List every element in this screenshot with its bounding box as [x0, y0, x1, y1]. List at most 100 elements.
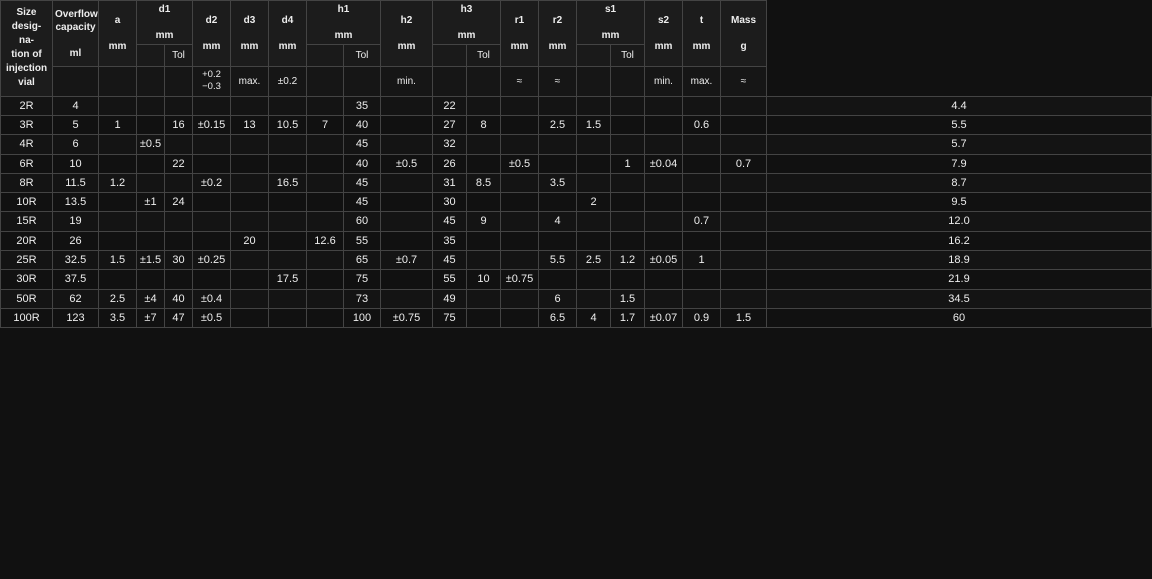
tol-h2: min.	[381, 67, 433, 97]
size: 2R	[1, 96, 53, 115]
d1-val: 22	[165, 154, 193, 173]
mass: 7.9	[767, 154, 1152, 173]
col-mass-header: Massg	[721, 1, 767, 67]
a-val: 1	[99, 115, 137, 134]
a-tol	[137, 96, 165, 115]
s1-tol	[645, 115, 683, 134]
h1-val: 75	[344, 270, 381, 289]
col-size-header: Sizedesig-na-tion ofinjectionvial	[1, 1, 53, 97]
d2	[231, 135, 269, 154]
s1-val	[611, 231, 645, 250]
h3-val	[467, 289, 501, 308]
r2	[577, 231, 611, 250]
r1: 6	[539, 289, 577, 308]
a-tol	[137, 173, 165, 192]
d2	[231, 212, 269, 231]
tol-mass: ≈	[721, 67, 767, 97]
col-h2-header: h2mm	[381, 1, 433, 67]
size: 6R	[1, 154, 53, 173]
overflow: 11.5	[53, 173, 99, 192]
h1-tol	[381, 289, 433, 308]
a-tol	[137, 270, 165, 289]
d3: 17.5	[269, 270, 307, 289]
tol-d3: max.	[231, 67, 269, 97]
h1-tol: ±0.7	[381, 251, 433, 270]
col-s1-header: s1mm	[577, 1, 645, 45]
t: 1.5	[721, 308, 767, 327]
t	[721, 212, 767, 231]
h3-tol	[501, 135, 539, 154]
h3-tol	[501, 251, 539, 270]
s1-val	[611, 115, 645, 134]
h1-val: 45	[344, 173, 381, 192]
a-tol: ±1.5	[137, 251, 165, 270]
a-tol: ±0.5	[137, 135, 165, 154]
tol-t: max.	[683, 67, 721, 97]
d2	[231, 193, 269, 212]
tol-overflow	[53, 67, 99, 97]
d1-tol: ±0.25	[193, 251, 231, 270]
a-tol	[137, 154, 165, 173]
s1-val	[611, 135, 645, 154]
h3-tol	[501, 115, 539, 134]
h1-tol	[381, 115, 433, 134]
size: 30R	[1, 270, 53, 289]
s2	[683, 231, 721, 250]
h3-tol	[501, 289, 539, 308]
overflow: 26	[53, 231, 99, 250]
d2	[231, 270, 269, 289]
d3	[269, 193, 307, 212]
h2: 22	[433, 96, 467, 115]
h1-val: 40	[344, 115, 381, 134]
d1-tol	[193, 135, 231, 154]
a-val	[99, 270, 137, 289]
d1-tol	[193, 96, 231, 115]
s1-val	[611, 212, 645, 231]
size: 10R	[1, 193, 53, 212]
d1-val: 16	[165, 115, 193, 134]
d1-val	[165, 96, 193, 115]
col-d1-header: d1mm	[137, 1, 193, 45]
overflow: 4	[53, 96, 99, 115]
tol-h1-tol	[344, 67, 381, 97]
h2: 55	[433, 270, 467, 289]
h1-tol: ±0.75	[381, 308, 433, 327]
t	[721, 251, 767, 270]
col-s1-tol-header: Tol	[611, 45, 645, 67]
s1-val	[611, 270, 645, 289]
s1-tol	[645, 173, 683, 192]
d3	[269, 135, 307, 154]
h1-val: 45	[344, 135, 381, 154]
h3-val: 10	[467, 270, 501, 289]
h1-tol	[381, 270, 433, 289]
col-r2-header: r2mm	[539, 1, 577, 67]
a-val	[99, 154, 137, 173]
d1-tol	[193, 154, 231, 173]
s1-tol	[645, 96, 683, 115]
s2	[683, 270, 721, 289]
d2: 13	[231, 115, 269, 134]
h2: 45	[433, 212, 467, 231]
h1-val: 100	[344, 308, 381, 327]
tol-r1: ≈	[501, 67, 539, 97]
col-d2-header: d2mm	[193, 1, 231, 67]
size: 20R	[1, 231, 53, 250]
d3	[269, 96, 307, 115]
col-r1-header: r1mm	[501, 1, 539, 67]
r1	[539, 135, 577, 154]
h3-val	[467, 251, 501, 270]
h2: 75	[433, 308, 467, 327]
size: 8R	[1, 173, 53, 192]
d1-val	[165, 231, 193, 250]
d4	[307, 308, 344, 327]
a-val: 1.5	[99, 251, 137, 270]
d2	[231, 289, 269, 308]
table-row: 2R435224.4	[1, 96, 1152, 115]
h3-tol: ±0.75	[501, 270, 539, 289]
a-val	[99, 135, 137, 154]
h3-val	[467, 193, 501, 212]
mass: 4.4	[767, 96, 1152, 115]
r1	[539, 270, 577, 289]
a-val: 2.5	[99, 289, 137, 308]
a-tol	[137, 115, 165, 134]
